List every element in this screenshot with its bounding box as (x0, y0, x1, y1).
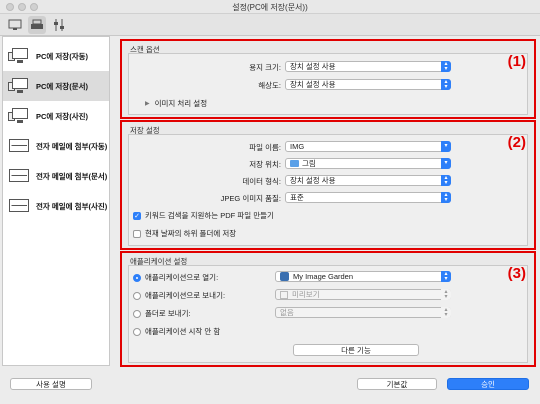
mail-icon (8, 137, 30, 155)
chevron-updown-icon: ▴ ▾ (441, 175, 451, 186)
data-format-select[interactable]: 장치 설정 사용 ▴ ▾ (285, 175, 451, 186)
keyword-pdf-label: 키워드 검색을 지원하는 PDF 파일 만들기 (145, 211, 274, 220)
send-to-app-select[interactable]: 미리보기 ▴ ▾ (275, 289, 451, 300)
sidebar-item-label: 전자 메일에 첨부(사진) (36, 201, 108, 211)
paper-size-select[interactable]: 장치 설정 사용 ▴ ▾ (285, 61, 451, 72)
disclosure-triangle-icon: ▶ (145, 101, 150, 107)
date-subfolder-label: 현재 날짜의 하위 폴더에 저장 (145, 229, 237, 238)
date-subfolder-checkbox[interactable]: 현재 날짜의 하위 폴더에 저장 (133, 228, 236, 239)
title-bar: 설정(PC에 저장(문서)) (0, 0, 540, 14)
sidebar-item-pc-photo[interactable]: PC에 저장(사진) (3, 101, 109, 131)
more-functions-button[interactable]: 다른 기능 (293, 344, 419, 356)
scan-to-pc-icon (8, 19, 22, 30)
scan-to-pc-tab[interactable] (6, 16, 24, 34)
resolution-value: 장치 설정 사용 (290, 80, 336, 89)
pc-icon (8, 47, 30, 65)
toolbar (0, 14, 540, 36)
sidebar-item-pc-auto[interactable]: PC에 저장(자동) (3, 41, 109, 71)
section-number: (1) (507, 53, 526, 70)
do-not-start-app-radio[interactable]: 애플리케이션 시작 안 함 (133, 326, 220, 337)
sidebar-item-pc-document[interactable]: PC에 저장(문서) (3, 71, 109, 101)
folder-icon (290, 160, 299, 167)
chevron-down-icon: ▾ (441, 158, 451, 169)
radio-icon (133, 291, 141, 300)
image-processing-disclosure[interactable]: ▶ 이미지 처리 설정 (145, 98, 207, 109)
save-settings-section: 저장 설정 파일 이름: IMG ▾ 저장 위치: 그림 ▾ 데이터 형식: 장… (120, 120, 536, 250)
send-to-app-value: 미리보기 (292, 290, 320, 299)
jpeg-quality-value: 표준 (290, 193, 304, 202)
scan-options-box: 용지 크기: 장치 설정 사용 ▴ ▾ 해상도: 장치 설정 사용 ▴ ▾ ▶ 이미… (128, 53, 528, 115)
pc-icon (8, 107, 30, 125)
file-name-label: 파일 이름: (249, 143, 281, 152)
send-to-folder-select[interactable]: 없음 ▴ ▾ (275, 307, 451, 318)
keyword-pdf-checkbox[interactable]: ✓ 키워드 검색을 지원하는 PDF 파일 만들기 (133, 210, 274, 221)
paper-size-value: 장치 설정 사용 (290, 62, 336, 71)
save-in-value: 그림 (302, 159, 316, 168)
window-title: 설정(PC에 저장(문서)) (232, 3, 308, 12)
ok-button[interactable]: 승인 (447, 378, 529, 390)
my-image-garden-icon (280, 272, 289, 281)
send-to-folder-label: 폴더로 보내기: (145, 309, 191, 318)
data-format-label: 데이터 형식: (242, 177, 281, 186)
section-number: (3) (507, 265, 526, 282)
send-to-app-label: 애플리케이션으로 보내기: (145, 291, 226, 300)
application-settings-box: 애플리케이션으로 열기: My Image Garden ▴ ▾ 애플리케이션으로… (128, 265, 528, 363)
chevron-updown-icon: ▴ ▾ (441, 307, 451, 318)
do-not-start-app-label: 애플리케이션 시작 안 함 (145, 327, 221, 336)
sidebar-item-email-photo[interactable]: 전자 메일에 첨부(사진) (3, 191, 109, 221)
checkmark-icon: ✓ (133, 211, 141, 220)
sidebar-item-label: 전자 메일에 첨부(문서) (36, 171, 108, 181)
paper-size-label: 용지 크기: (249, 63, 281, 72)
sidebar: PC에 저장(자동) PC에 저장(문서) PC에 저장(사진) 전자 메일에 … (2, 36, 110, 366)
sidebar-item-email-auto[interactable]: 전자 메일에 첨부(자동) (3, 131, 109, 161)
scan-options-section: 스캔 옵션 용지 크기: 장치 설정 사용 ▴ ▾ 해상도: 장치 설정 사용 ▴… (120, 39, 536, 119)
general-settings-icon (54, 19, 64, 31)
radio-icon (133, 327, 141, 336)
resolution-label: 해상도: (258, 81, 281, 90)
open-with-app-radio[interactable]: 애플리케이션으로 열기: (133, 272, 218, 283)
jpeg-quality-select[interactable]: 표준 ▴ ▾ (285, 192, 451, 203)
chevron-updown-icon: ▴ ▾ (441, 79, 451, 90)
defaults-button[interactable]: 기본값 (357, 378, 437, 390)
sidebar-item-label: PC에 저장(자동) (36, 51, 88, 61)
radio-selected-icon (133, 273, 141, 282)
jpeg-quality-label: JPEG 이미지 품질: (220, 194, 281, 203)
file-name-value: IMG (290, 142, 305, 151)
application-settings-section: 애플리케이션 설정 애플리케이션으로 열기: My Image Garden ▴… (120, 251, 536, 367)
resolution-select[interactable]: 장치 설정 사용 ▴ ▾ (285, 79, 451, 90)
chevron-down-icon: ▾ (441, 141, 451, 152)
send-to-folder-value: 없음 (280, 308, 294, 317)
open-with-app-value: My Image Garden (293, 272, 354, 281)
chevron-updown-icon: ▴ ▾ (441, 192, 451, 203)
sidebar-item-label: PC에 저장(문서) (36, 81, 88, 91)
sidebar-item-label: 전자 메일에 첨부(자동) (36, 141, 108, 151)
save-in-label: 저장 위치: (249, 160, 281, 169)
radio-icon (133, 309, 141, 318)
scanner-tab[interactable] (28, 16, 46, 34)
file-name-combo[interactable]: IMG ▾ (285, 141, 451, 152)
save-in-select[interactable]: 그림 ▾ (285, 158, 451, 169)
data-format-value: 장치 설정 사용 (290, 176, 336, 185)
send-to-folder-radio[interactable]: 폴더로 보내기: (133, 308, 191, 319)
open-with-app-select[interactable]: My Image Garden ▴ ▾ (275, 271, 451, 282)
save-settings-box: 파일 이름: IMG ▾ 저장 위치: 그림 ▾ 데이터 형식: 장치 설정 사… (128, 134, 528, 246)
mail-icon (8, 197, 30, 215)
scanner-icon (31, 19, 43, 29)
chevron-updown-icon: ▴ ▾ (441, 271, 451, 282)
checkbox-icon (133, 229, 141, 238)
chevron-updown-icon: ▴ ▾ (441, 289, 451, 300)
chevron-updown-icon: ▴ ▾ (441, 61, 451, 72)
open-with-app-label: 애플리케이션으로 열기: (145, 273, 219, 282)
image-processing-label: 이미지 처리 설정 (154, 99, 208, 108)
mail-icon (8, 167, 30, 185)
send-to-app-radio[interactable]: 애플리케이션으로 보내기: (133, 290, 225, 301)
preview-app-icon (280, 290, 288, 299)
instructions-button[interactable]: 사용 설명 (10, 378, 92, 390)
general-settings-tab[interactable] (50, 16, 68, 34)
pc-icon (8, 77, 30, 95)
sidebar-item-email-document[interactable]: 전자 메일에 첨부(문서) (3, 161, 109, 191)
section-number: (2) (507, 134, 526, 151)
sidebar-item-label: PC에 저장(사진) (36, 111, 88, 121)
